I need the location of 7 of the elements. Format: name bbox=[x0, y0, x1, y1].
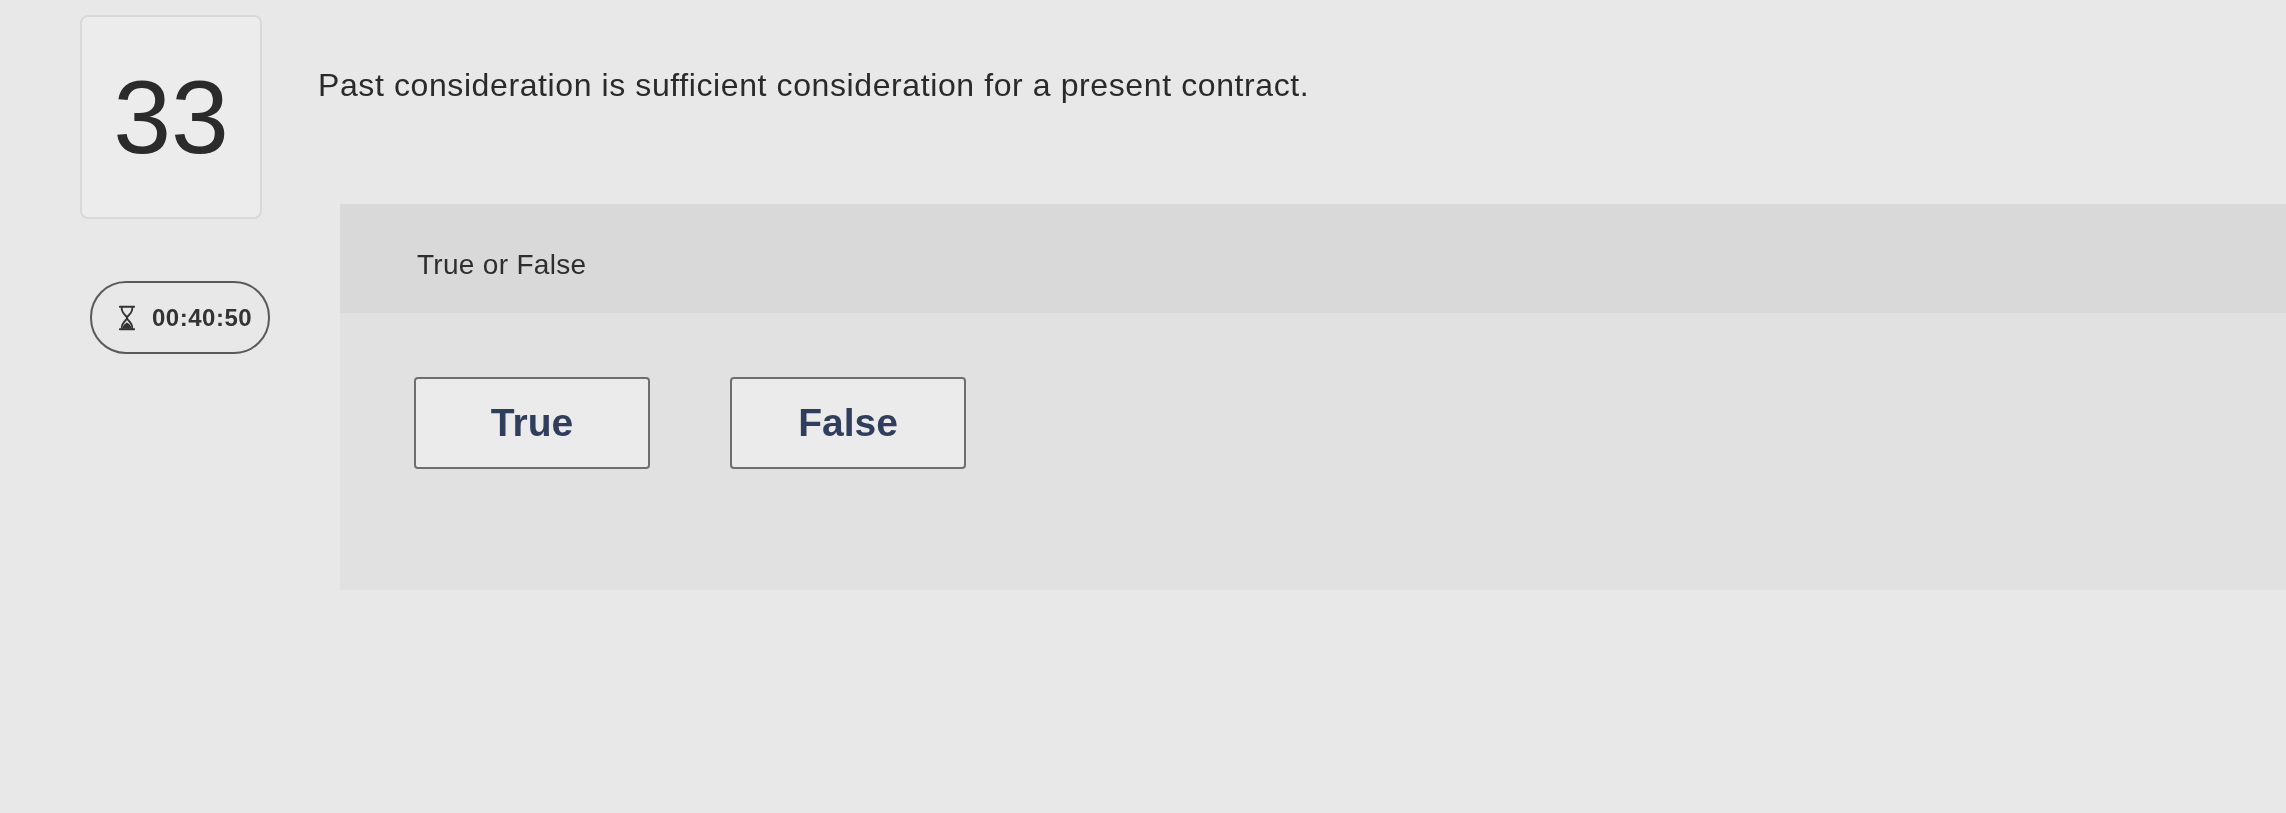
answer-option-button[interactable]: True bbox=[414, 377, 650, 469]
hourglass-icon bbox=[118, 304, 136, 331]
question-number: 33 bbox=[80, 15, 262, 219]
timer-time: 00:40:50 bbox=[152, 303, 253, 332]
prompt-text: True or False bbox=[417, 248, 587, 281]
question-text: Past consideration is sufficient consideration for a present contract. bbox=[318, 66, 1310, 104]
answer-option-button[interactable]: False bbox=[730, 377, 966, 469]
